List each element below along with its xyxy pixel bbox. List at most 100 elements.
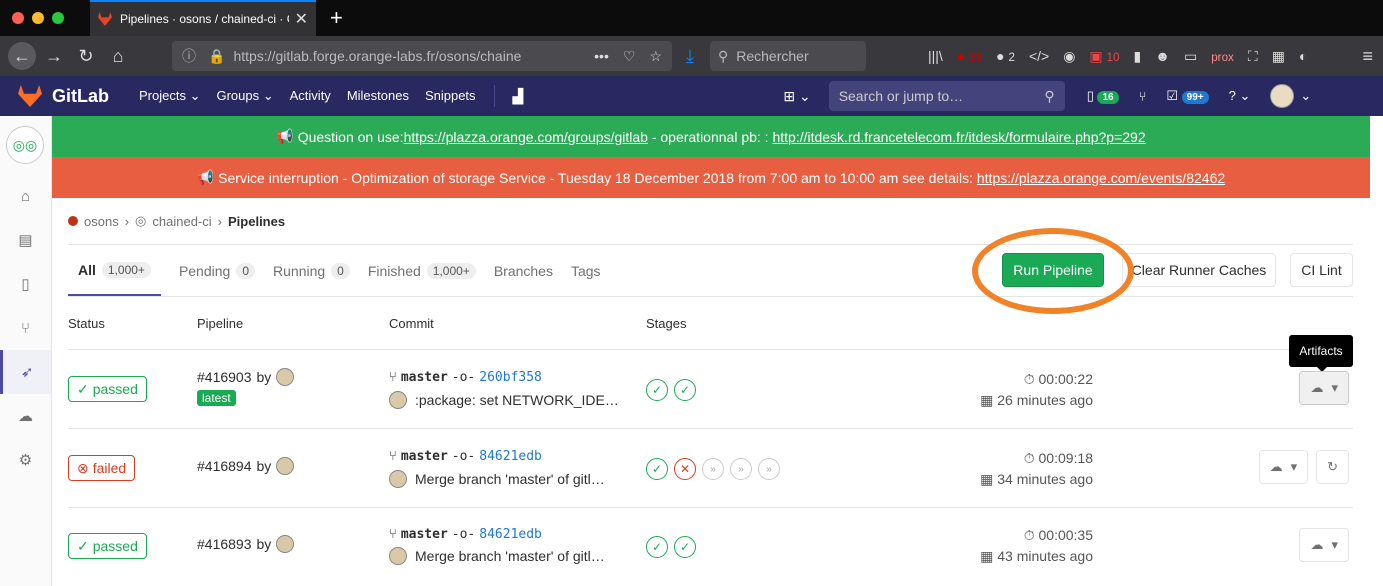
commit-message-link[interactable]: :package: set NETWORK_IDE… (415, 392, 619, 408)
pipeline-link[interactable]: #416894 (197, 458, 252, 474)
breadcrumb-current[interactable]: Pipelines (228, 214, 285, 229)
nav-milestones[interactable]: Milestones (347, 88, 409, 104)
cookie-icon[interactable]: ◐ (1299, 48, 1307, 64)
tab-tags[interactable]: Tags (571, 245, 601, 296)
chart-ext-icon[interactable]: ▦ (1272, 48, 1285, 65)
stage-skipped-icon[interactable]: » (730, 458, 752, 480)
zoom-window-button[interactable] (52, 12, 64, 24)
avatar[interactable] (276, 535, 295, 553)
close-window-button[interactable] (12, 12, 24, 24)
library-icon[interactable]: |||\ (928, 48, 943, 64)
branch-link[interactable]: master (401, 527, 448, 542)
pocket-icon[interactable]: ♡ (623, 48, 636, 65)
tab-running[interactable]: Running 0 (273, 245, 350, 296)
address-bar[interactable]: ⓘ 🔒 https://gitlab.forge.orange-labs.fr/… (172, 41, 672, 71)
plazza-event-link[interactable]: https://plazza.orange.com/events/82462 (977, 170, 1225, 186)
avatar[interactable] (276, 368, 295, 386)
merge-requests-icon[interactable]: ⑂ (1139, 89, 1147, 104)
nav-activity[interactable]: Activity (290, 88, 331, 104)
minimize-window-button[interactable] (32, 12, 44, 24)
monkey-icon[interactable]: ☻ (1155, 48, 1170, 64)
forward-button[interactable]: → (40, 42, 68, 70)
plazza-gitlab-link[interactable]: https://plazza.orange.com/groups/gitlab (404, 129, 648, 145)
status-badge[interactable]: ✓ passed (68, 376, 147, 402)
tab-finished[interactable]: Finished 1,000+ (368, 245, 476, 296)
pipeline-link[interactable]: #416893 (197, 536, 252, 552)
screenshot-icon[interactable]: ⛶ (1248, 48, 1258, 65)
ublock-icon[interactable]: ● 33 (957, 48, 982, 64)
breadcrumb-project-link[interactable]: chained-ci (152, 214, 211, 229)
stage-passed-icon[interactable]: ✓ (646, 379, 668, 401)
commit-sha-link[interactable]: 84621edb (479, 449, 542, 464)
sidebar-item-issues[interactable]: ▯ (0, 262, 51, 306)
back-button[interactable]: ← (8, 42, 36, 70)
breadcrumb-group-link[interactable]: osons (84, 214, 119, 229)
nav-snippets[interactable]: Snippets (425, 88, 476, 104)
close-tab-icon[interactable]: ✕ (295, 9, 308, 29)
more-actions-icon[interactable]: ••• (594, 48, 609, 64)
commit-message-link[interactable]: Merge branch 'master' of gitl… (415, 471, 605, 487)
gitlab-logo[interactable]: GitLab (18, 85, 109, 107)
sidebar-item-ci-cd[interactable]: ➶ (0, 350, 51, 394)
artifacts-download-button[interactable]: ☁ ▾ (1258, 450, 1309, 484)
sidebar-item-settings[interactable]: ⚙ (0, 438, 51, 482)
browser-tab[interactable]: Pipelines · osons / chained-ci · G ✕ (90, 0, 316, 36)
home-button[interactable]: ⌂ (104, 42, 132, 70)
global-search-input[interactable]: Search or jump to… ⚲ (828, 81, 1065, 111)
itdesk-link[interactable]: http://itdesk.rd.francetelecom.fr/itdesk… (772, 129, 1145, 145)
hamburger-menu-icon[interactable]: ≡ (1362, 46, 1373, 67)
retry-button[interactable]: ↻ (1316, 450, 1349, 484)
artifacts-download-button[interactable]: ☁ ▾ (1299, 371, 1349, 405)
code-icon[interactable]: </> (1029, 48, 1049, 64)
commit-sha-link[interactable]: 260bf358 (479, 370, 542, 385)
tab-all[interactable]: All 1,000+ (68, 245, 161, 296)
info-icon[interactable]: ⓘ (182, 46, 196, 66)
commit-message-link[interactable]: Merge branch 'master' of gitl… (415, 548, 605, 564)
proxy-icon[interactable]: prox (1211, 48, 1234, 64)
nav-projects[interactable]: Projects ⌄ (139, 88, 200, 104)
status-badge[interactable]: ⊗ failed (68, 455, 136, 481)
stage-skipped-icon[interactable]: » (758, 458, 780, 480)
avatar[interactable] (276, 457, 295, 475)
clear-runner-caches-button[interactable]: Clear Runner Caches (1122, 253, 1276, 287)
sidebar-item-overview[interactable]: ⌂ (0, 174, 51, 218)
extension-icon-10[interactable]: ▣ 10 (1089, 48, 1119, 65)
tab-branches[interactable]: Branches (494, 245, 553, 296)
issues-icon[interactable]: ▯ 16 (1087, 88, 1119, 104)
stage-skipped-icon[interactable]: » (702, 458, 724, 480)
stage-failed-icon[interactable]: ✕ (674, 458, 696, 480)
nav-groups[interactable]: Groups ⌄ (216, 88, 273, 104)
ci-lint-button[interactable]: CI Lint (1290, 253, 1353, 287)
project-avatar[interactable]: ◎◎ (6, 126, 44, 164)
color-picker-icon[interactable]: ◉ (1063, 48, 1075, 65)
branch-link[interactable]: master (401, 370, 448, 385)
stage-passed-icon[interactable]: ✓ (674, 536, 696, 558)
new-dropdown-icon[interactable]: ⊞ ⌄ (783, 88, 810, 105)
stage-passed-icon[interactable]: ✓ (646, 458, 668, 480)
avatar[interactable] (389, 391, 407, 409)
pipeline-link[interactable]: #416903 (197, 369, 252, 385)
tab-pending[interactable]: Pending 0 (179, 245, 256, 296)
todos-icon[interactable]: ☑ 99+ (1166, 88, 1209, 104)
avatar[interactable] (389, 547, 407, 565)
user-menu[interactable]: ⌄ (1270, 84, 1311, 108)
status-badge[interactable]: ✓ passed (68, 533, 147, 559)
help-icon[interactable]: ? ⌄ (1229, 88, 1251, 104)
sidebar-item-repository[interactable]: ▤ (0, 218, 51, 262)
stage-passed-icon[interactable]: ✓ (646, 536, 668, 558)
artifacts-download-button[interactable]: ☁ ▾ (1299, 528, 1349, 562)
download-icon[interactable]: ⤓ (686, 46, 694, 67)
extension-icon-2[interactable]: ● 2 (996, 48, 1015, 64)
avatar[interactable] (389, 470, 407, 488)
sidebar-icon[interactable]: ▭ (1184, 48, 1197, 65)
browser-search-field[interactable]: ⚲ Rechercher (709, 41, 866, 71)
commit-sha-link[interactable]: 84621edb (479, 527, 542, 542)
trash-icon[interactable]: ▮ (1134, 48, 1142, 65)
bookmark-star-icon[interactable]: ☆ (649, 48, 662, 65)
analytics-icon[interactable]: ▟ (513, 88, 524, 105)
branch-link[interactable]: master (401, 449, 448, 464)
sidebar-item-operations[interactable]: ☁ (0, 394, 51, 438)
run-pipeline-button[interactable]: Run Pipeline (1002, 253, 1104, 287)
new-tab-button[interactable]: + (330, 7, 343, 29)
sidebar-item-merge-requests[interactable]: ⑂ (0, 306, 51, 350)
